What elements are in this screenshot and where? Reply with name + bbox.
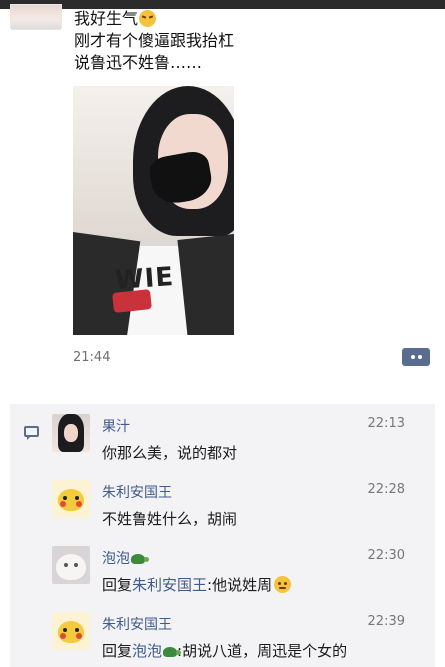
comment-time: 22:13 [367,416,405,431]
post-line-3: 说鲁迅不姓鲁…… [74,53,203,72]
poster-avatar[interactable] [10,4,62,30]
commenter-name[interactable]: 果汁 [102,416,130,436]
commenter-name[interactable]: 朱利安国王 [102,614,172,634]
comment-time: 22:30 [367,548,405,563]
reply-target[interactable]: 泡泡 [132,642,182,660]
post-text: 我好生气 刚才有个傻逼跟我抬杠 说鲁迅不姓鲁…… [74,8,434,74]
comments-panel: 果汁 22:13 你那么美，说的都对 朱利安国王 22:28 不姓鲁姓什么，胡闹… [10,404,435,667]
reply-target[interactable]: 朱利安国王 [132,576,207,594]
turtle-icon [131,554,149,564]
angry-face-icon [139,10,157,27]
comment-item[interactable]: 果汁 22:13 你那么美，说的都对 [10,404,435,470]
comment-item[interactable]: 泡泡 22:30 回复朱利安国王:他说姓周 [10,536,435,602]
avatar[interactable] [52,414,90,452]
worried-face-icon [274,576,292,593]
post-photo[interactable]: WIE [73,86,234,335]
comment-text: 你那么美，说的都对 [102,444,238,462]
avatar[interactable] [52,612,90,650]
avatar[interactable] [52,546,90,584]
turtle-icon [163,647,182,657]
comment-text: 回复朱利安国王:他说姓周 [102,574,292,595]
avatar[interactable] [52,480,90,518]
comment-time: 22:28 [367,482,405,497]
commenter-name[interactable]: 朱利安国王 [102,482,172,502]
comment-time: 22:39 [367,614,405,629]
commenter-name[interactable]: 泡泡 [102,548,149,568]
comment-text: 不姓鲁姓什么，胡闹 [102,510,238,528]
post-line-2: 刚才有个傻逼跟我抬杠 [74,31,235,50]
post-line-1: 我好生气 [74,8,434,30]
comment-text: 回复泡泡:胡说八道，周迅是个女的 [102,642,348,660]
comment-item[interactable]: 朱利安国王 22:28 不姓鲁姓什么，胡闹 [10,470,435,536]
post-time: 21:44 [73,350,111,365]
comment-item[interactable]: 朱利安国王 22:39 回复泡泡:胡说八道，周迅是个女的 [10,602,435,667]
more-options-icon[interactable] [402,348,430,366]
